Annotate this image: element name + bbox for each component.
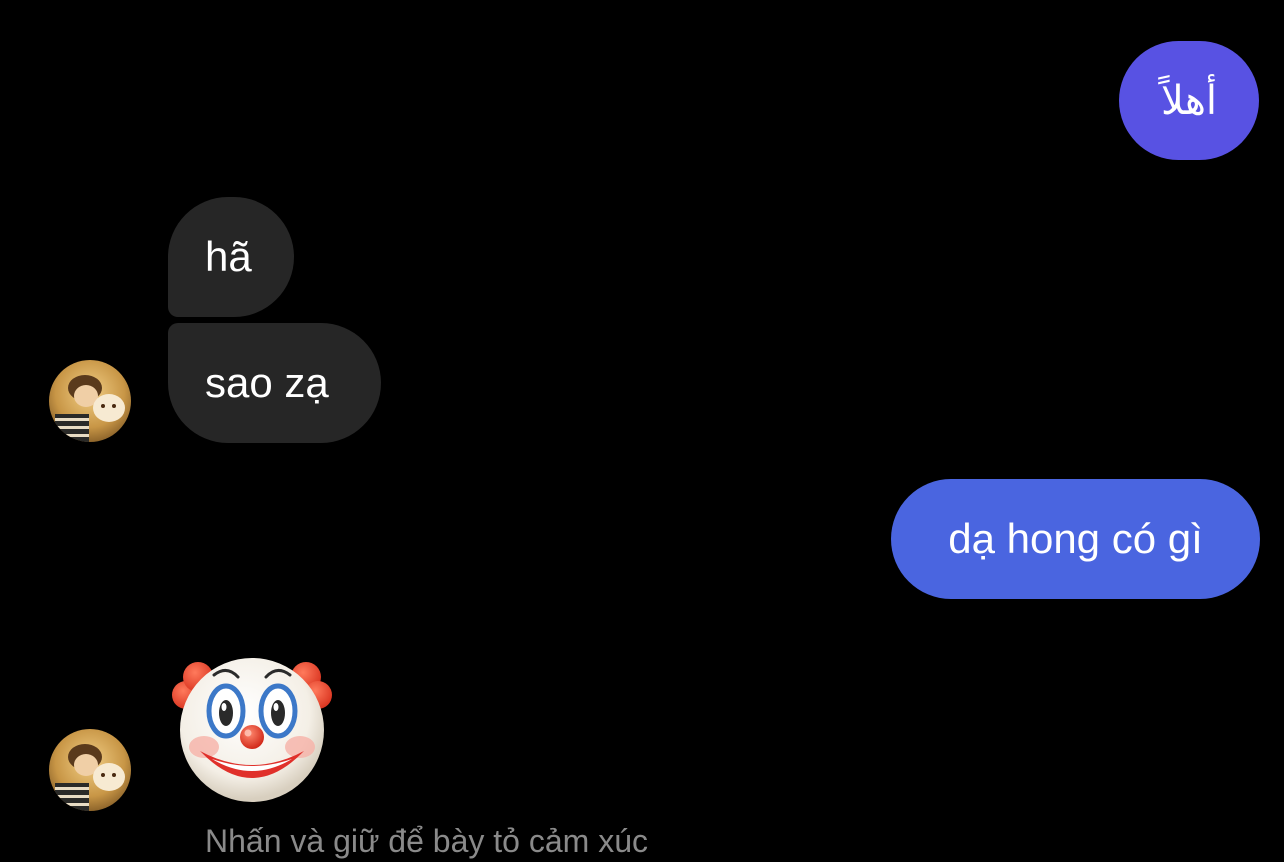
clown-face-icon <box>172 658 332 802</box>
message-text: sao zạ <box>205 359 329 406</box>
contact-avatar[interactable] <box>49 729 131 811</box>
message-text: hã <box>205 233 252 280</box>
sent-message-bubble[interactable]: dạ hong có gì <box>891 479 1260 599</box>
avatar-image <box>49 729 131 811</box>
received-message-bubble[interactable]: sao zạ <box>168 323 381 443</box>
clown-face-emoji-message[interactable] <box>172 655 332 805</box>
reaction-hint-text: Nhấn và giữ để bày tỏ cảm xúc <box>205 823 648 859</box>
message-text: dạ hong có gì <box>948 515 1203 562</box>
contact-avatar[interactable] <box>49 360 131 442</box>
received-message-bubble[interactable]: hã <box>168 197 294 317</box>
message-text: أهلاً <box>1160 77 1218 124</box>
sent-message-bubble[interactable]: أهلاً <box>1119 41 1259 160</box>
avatar-image <box>49 360 131 442</box>
